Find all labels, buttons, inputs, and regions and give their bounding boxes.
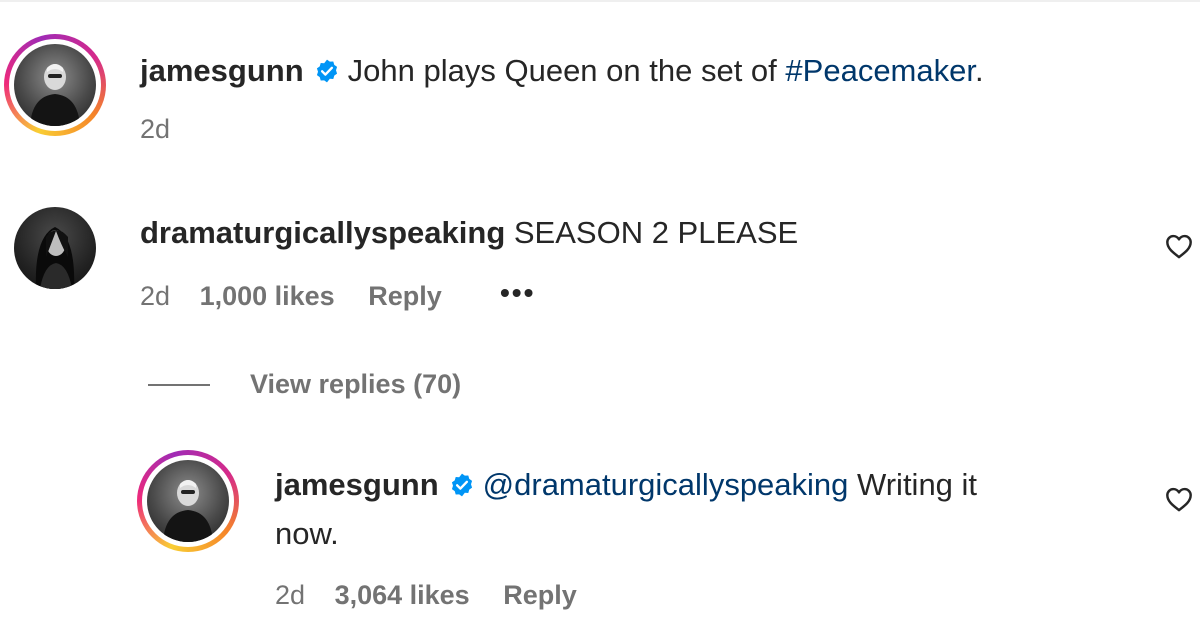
avatar-image — [35, 227, 75, 289]
reply-author-username[interactable]: jamesgunn — [275, 467, 439, 502]
view-replies-divider — [148, 384, 210, 386]
reply-time[interactable]: 2d — [275, 580, 305, 610]
verified-badge-icon — [316, 59, 337, 83]
more-options-icon[interactable]: ••• — [500, 277, 535, 309]
heart-outline-icon[interactable] — [1165, 486, 1193, 512]
mention-link[interactable]: @dramaturgicallyspeaking — [483, 467, 849, 502]
reply-author-avatar[interactable] — [137, 450, 239, 552]
avatar-image — [30, 64, 80, 126]
post-caption-suffix: . — [974, 53, 984, 88]
reply-likes[interactable]: 3,064 likes — [335, 580, 470, 610]
comment-reply-button[interactable]: Reply — [368, 281, 442, 311]
avatar-image — [163, 480, 213, 542]
post-caption-text: John plays Queen on the set of — [347, 53, 777, 88]
commenter-username[interactable]: dramaturgicallyspeaking — [140, 215, 505, 250]
hashtag-link[interactable]: #Peacemaker — [785, 53, 975, 88]
reply-reply-button[interactable]: Reply — [503, 580, 577, 610]
comment-text-line: dramaturgicallyspeaking SEASON 2 PLEASE — [140, 213, 798, 253]
reply-meta: 2d 3,064 likes Reply — [275, 578, 577, 612]
heart-outline-icon[interactable] — [1165, 233, 1193, 259]
post-author-username[interactable]: jamesgunn — [140, 53, 304, 88]
post-time[interactable]: 2d — [140, 114, 170, 144]
post-meta: 2d — [140, 112, 170, 146]
reply-text: Writing it — [857, 467, 978, 502]
verified-badge-icon — [451, 473, 472, 497]
comment-text: SEASON 2 PLEASE — [513, 215, 799, 250]
reply-text-continued: now. — [275, 516, 339, 551]
comment-likes[interactable]: 1,000 likes — [200, 281, 335, 311]
view-replies-label: View replies (70) — [250, 369, 462, 399]
top-divider — [0, 0, 1200, 2]
post-author-avatar[interactable] — [4, 34, 106, 136]
view-replies-button[interactable]: View replies (70) — [250, 367, 461, 401]
post-caption: jamesgunn John plays Queen on the set of … — [140, 51, 984, 91]
reply-text-line-1: jamesgunn @dramaturgicallyspeaking Writin… — [275, 465, 977, 505]
reply-text-line-2: now. — [275, 514, 339, 554]
comment-meta: 2d 1,000 likes Reply — [140, 279, 442, 313]
comment-time[interactable]: 2d — [140, 281, 170, 311]
commenter-avatar[interactable] — [14, 207, 96, 289]
